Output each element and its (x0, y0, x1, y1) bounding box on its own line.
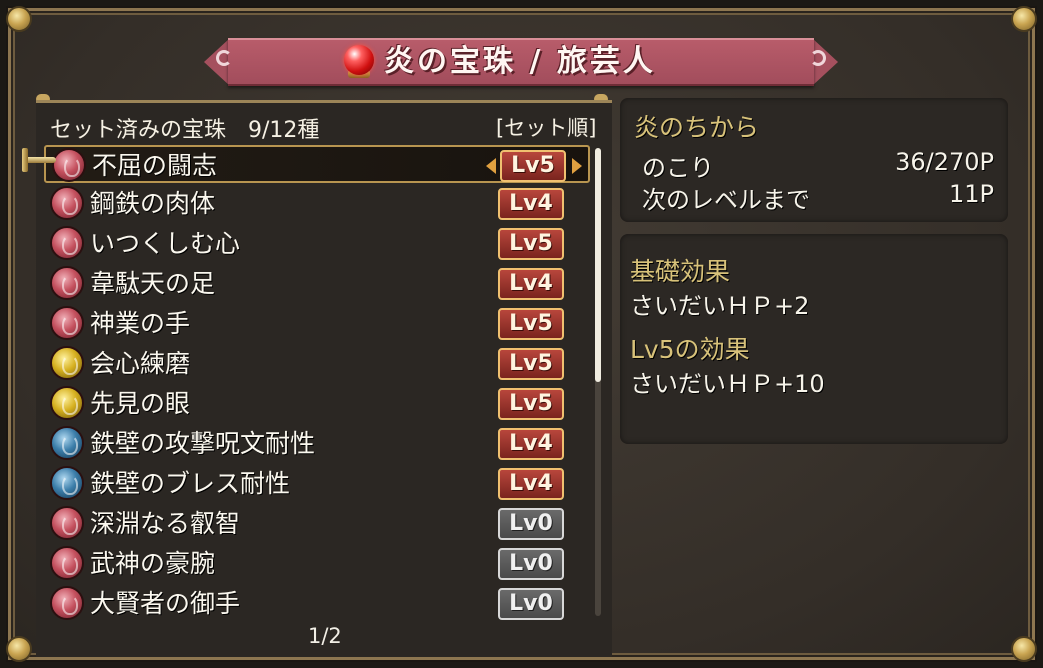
level-badge: Lv0 (498, 548, 564, 580)
level-badge: Lv0 (498, 508, 564, 540)
orb-row[interactable]: 鉄壁の攻撃呪文耐性 Lv4 (44, 425, 590, 463)
level-badge: Lv5 (498, 348, 564, 380)
yellow-orb-icon (50, 346, 84, 380)
orb-row[interactable]: 先見の眼 Lv5 (44, 385, 590, 423)
orb-row[interactable]: 鉄壁のブレス耐性 Lv4 (44, 465, 590, 503)
base-effect-text: さいだいＨＰ+2 (630, 292, 810, 320)
base-effect-heading: 基礎効果 (630, 257, 731, 286)
red-orb-icon (50, 546, 84, 580)
next-level-label: 次のレベルまで (642, 186, 810, 214)
orb-name: 神業の手 (90, 309, 191, 338)
orb-name: 会心練磨 (90, 349, 191, 378)
orb-name: 先見の眼 (90, 389, 191, 418)
remaining-label: のこり (642, 154, 714, 182)
corner-ornament-icon (1011, 6, 1037, 32)
orb-name: 大賢者の御手 (90, 589, 241, 618)
power-heading: 炎のちから (634, 113, 760, 142)
next-level-value: 11P (948, 180, 994, 208)
swirl-icon (216, 50, 232, 66)
orb-row[interactable]: 会心練磨 Lv5 (44, 345, 590, 383)
level-effect-text: さいだいＨＰ+10 (630, 370, 825, 398)
level-increase-arrow-icon[interactable] (572, 158, 582, 174)
orb-name: 不屈の闘志 (92, 151, 218, 180)
level-decrease-arrow-icon[interactable] (486, 158, 496, 174)
level-effect-heading: Lv5の効果 (630, 335, 750, 364)
blue-orb-icon (50, 466, 84, 500)
effects-panel: 基礎効果 さいだいＨＰ+2 Lv5の効果 さいだいＨＰ+10 (620, 234, 1008, 444)
orb-row[interactable]: 大賢者の御手 Lv0 (44, 585, 590, 623)
sword-cursor-icon (16, 148, 56, 172)
orb-row[interactable]: 不屈の闘志 Lv5 (44, 145, 590, 183)
level-badge: Lv4 (498, 188, 564, 220)
red-orb-icon (50, 586, 84, 620)
level-badge: Lv4 (498, 468, 564, 500)
orb-row[interactable]: 武神の豪腕 Lv0 (44, 545, 590, 583)
blue-orb-icon (50, 426, 84, 460)
level-badge: Lv0 (498, 588, 564, 620)
orb-name: 鉄壁の攻撃呪文耐性 (90, 429, 316, 458)
red-orb-icon (344, 45, 374, 75)
orb-row[interactable]: 神業の手 Lv5 (44, 305, 590, 343)
level-badge: Lv4 (498, 268, 564, 300)
orb-name: いつくしむ心 (90, 229, 241, 258)
orb-name: 武神の豪腕 (90, 549, 216, 578)
swirl-icon (810, 50, 826, 66)
orb-row[interactable]: いつくしむ心 Lv5 (44, 225, 590, 263)
orb-name: 鉄壁のブレス耐性 (90, 469, 291, 498)
page-title: 炎の宝珠 / 旅芸人 (384, 44, 656, 79)
corner-ornament-icon (6, 636, 32, 662)
level-badge: Lv4 (498, 428, 564, 460)
orb-row[interactable]: 韋駄天の足 Lv4 (44, 265, 590, 303)
level-badge: Lv5 (500, 150, 566, 182)
corner-ornament-icon (1011, 636, 1037, 662)
orb-name: 深淵なる叡智 (90, 509, 241, 538)
power-panel: 炎のちから のこり 36/270P 次のレベルまで 11P (620, 98, 1008, 222)
corner-ornament-icon (6, 6, 32, 32)
level-badge: Lv5 (498, 308, 564, 340)
red-orb-icon (52, 148, 86, 182)
red-orb-icon (50, 226, 84, 260)
red-orb-icon (50, 266, 84, 300)
level-badge: Lv5 (498, 388, 564, 420)
red-orb-icon (50, 506, 84, 540)
red-orb-icon (50, 306, 84, 340)
set-orbs-count: セット済みの宝珠 9/12種 (50, 118, 320, 143)
remaining-value: 36/270P (895, 148, 994, 176)
yellow-orb-icon (50, 386, 84, 420)
orb-row[interactable]: 鋼鉄の肉体 Lv4 (44, 185, 590, 223)
level-badge: Lv5 (498, 228, 564, 260)
orb-name: 鋼鉄の肉体 (90, 189, 216, 218)
red-orb-icon (50, 186, 84, 220)
scrollbar-thumb[interactable] (595, 148, 601, 382)
sort-order-button[interactable]: [セット順] (496, 112, 596, 142)
orb-row[interactable]: 深淵なる叡智 Lv0 (44, 505, 590, 543)
orb-name: 韋駄天の足 (90, 269, 216, 298)
page-indicator: 1/2 (308, 624, 342, 648)
